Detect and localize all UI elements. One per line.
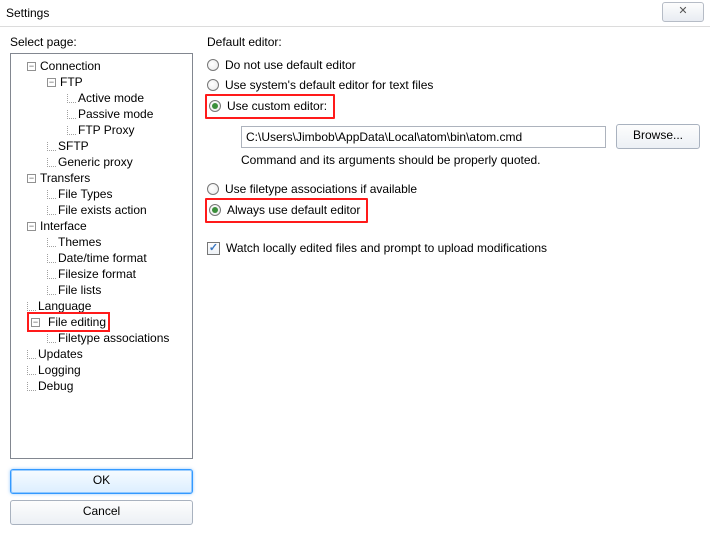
tree-passive-mode[interactable]: Passive mode [78,106,153,122]
dialog-buttons: OK Cancel [10,469,193,525]
custom-editor-path-input[interactable]: C:\Users\Jimbob\AppData\Local\atom\bin\a… [241,126,606,148]
radio-always-default[interactable] [209,204,221,216]
toggle-transfers[interactable] [27,174,36,183]
tree-logging[interactable]: Logging [38,362,81,378]
tree-file-editing[interactable]: File editing [48,314,106,330]
tree-transfers[interactable]: Transfers [40,170,90,186]
option-custom-editor[interactable]: Use custom editor: [207,95,700,118]
tree-file-lists[interactable]: File lists [58,282,101,298]
tree-filesize[interactable]: Filesize format [58,266,136,282]
radio-filetype-assoc-label: Use filetype associations if available [225,179,417,199]
tree-themes[interactable]: Themes [58,234,101,250]
tree-interface[interactable]: Interface [40,218,87,234]
radio-custom-editor-label: Use custom editor: [227,96,327,116]
tree-connection[interactable]: Connection [40,58,101,74]
checkbox-watch-files-label: Watch locally edited files and prompt to… [226,238,547,258]
tree-ftp[interactable]: FTP [60,74,83,90]
radio-custom-editor[interactable] [209,100,221,112]
toggle-ftp[interactable] [47,78,56,87]
tree-file-exists[interactable]: File exists action [58,202,147,218]
tree-ftp-proxy[interactable]: FTP Proxy [78,122,134,138]
browse-button[interactable]: Browse... [616,124,700,149]
window-title: Settings [6,6,49,20]
default-editor-label: Default editor: [207,35,700,49]
radio-system-default[interactable] [207,79,219,91]
tree-debug[interactable]: Debug [38,378,73,394]
select-page-label: Select page: [10,35,193,49]
tree-file-types[interactable]: File Types [58,186,112,202]
close-button[interactable]: ✕ [662,2,704,22]
settings-content: Default editor: Do not use default edito… [203,35,700,525]
option-watch-files[interactable]: Watch locally edited files and prompt to… [207,238,700,258]
quote-hint: Command and its arguments should be prop… [241,153,700,167]
option-system-default[interactable]: Use system's default editor for text fil… [207,75,700,95]
tree-sftp[interactable]: SFTP [58,138,89,154]
tree-date-time[interactable]: Date/time format [58,250,147,266]
radio-no-default-label: Do not use default editor [225,55,356,75]
checkbox-watch-files[interactable] [207,242,220,255]
radio-filetype-assoc[interactable] [207,183,219,195]
highlight-custom-editor: Use custom editor: [205,94,335,119]
tree-generic-proxy[interactable]: Generic proxy [58,154,133,170]
left-panel: Select page: Connection FTP Active mode … [10,35,193,525]
option-filetype-assoc[interactable]: Use filetype associations if available [207,179,700,199]
titlebar: Settings ✕ [0,0,710,27]
tree-active-mode[interactable]: Active mode [78,90,144,106]
cancel-button[interactable]: Cancel [10,500,193,525]
settings-tree[interactable]: Connection FTP Active mode Passive mode … [10,53,193,459]
radio-always-default-label: Always use default editor [227,200,360,220]
settings-window: Settings ✕ Select page: Connection FTP A… [0,0,710,534]
highlight-always-default: Always use default editor [205,198,368,223]
toggle-connection[interactable] [27,62,36,71]
toggle-interface[interactable] [27,222,36,231]
highlight-file-editing: File editing [27,312,110,332]
radio-system-default-label: Use system's default editor for text fil… [225,75,433,95]
ok-button[interactable]: OK [10,469,193,494]
radio-no-default[interactable] [207,59,219,71]
toggle-file-editing[interactable] [31,318,40,327]
option-always-default[interactable]: Always use default editor [207,199,700,222]
tree-filetype-assoc[interactable]: Filetype associations [58,330,169,346]
option-no-default[interactable]: Do not use default editor [207,55,700,75]
tree-updates[interactable]: Updates [38,346,83,362]
